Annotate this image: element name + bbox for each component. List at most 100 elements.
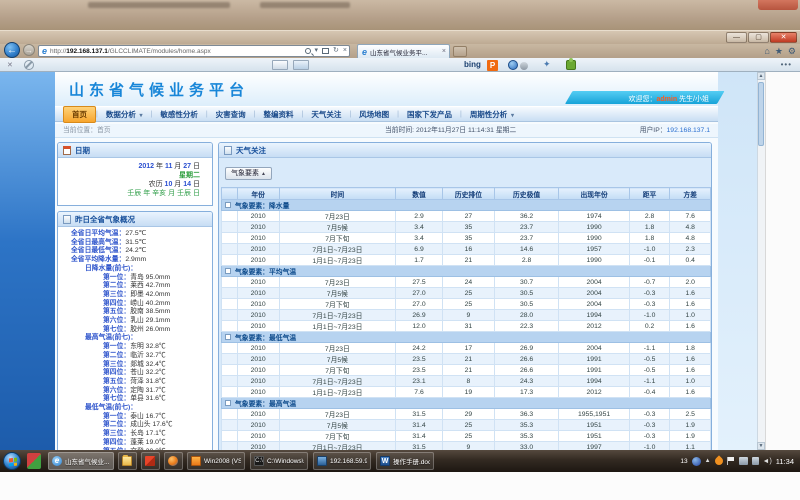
refresh-icon[interactable]: ↻ [333,46,339,56]
row-checkbox-cell [222,365,238,376]
table-cell: 14.6 [494,244,559,255]
search-icon[interactable] [305,48,311,54]
pinned-app-icon[interactable] [27,453,41,469]
nav-item-1[interactable]: 数据分析 ▾ [98,107,151,122]
taskbar-task-word[interactable]: W操作手册.docx ... [376,452,434,470]
scrollbar-thumb[interactable] [758,82,764,146]
nav-item-8[interactable]: 周期性分析 ▾ [462,107,522,122]
element-filter-button[interactable]: 气象要素▲ [225,167,272,180]
group-checkbox[interactable] [225,268,231,274]
action-center-flag-icon[interactable] [727,457,735,465]
speaker-icon[interactable]: ◄) [763,458,772,465]
task-label: Win2008 (VS2... [204,458,241,465]
addonbar-close-icon[interactable]: ✕ [7,61,13,69]
taskbar-media-button[interactable] [141,452,160,470]
start-button[interactable] [3,452,21,470]
maximize-button[interactable]: ▢ [748,32,769,43]
taskbar-task-cmd[interactable]: C:\C:\Windows\s... [250,452,308,470]
nav-item-4[interactable]: 整编资料 [256,107,302,122]
bing-logo[interactable]: bing [464,60,481,69]
table-row[interactable]: 20107月1日~7月23日23.1824.31994-1.11.0 [222,376,711,387]
new-tab-button[interactable] [453,46,467,57]
current-time: 当前时间: 2012年11月27日 11:14:31 星期二 [385,124,516,138]
group-header-row[interactable]: 气象要素：降水量 [222,200,711,211]
browser-tab[interactable]: e 山东省气候业务平... × [357,44,450,58]
table-row[interactable]: 20107月5候27.02530.52004-0.31.6 [222,288,711,299]
nav-item-7[interactable]: 国家下发产品 [399,107,460,122]
more-options-icon[interactable]: ••• [781,60,792,69]
table-cell: 24.3 [494,376,559,387]
settings-gear-icon[interactable]: ⚙ [788,45,796,57]
table-cell: 1994 [559,376,629,387]
taskbar-task-vm[interactable]: Win2008 (VS2... [187,452,245,470]
table-row[interactable]: 20107月下旬27.02530.52004-0.31.6 [222,299,711,310]
ime-badge[interactable]: 13 [680,458,687,465]
show-hidden-icons-caret[interactable]: ▲ [705,458,711,464]
table-row[interactable]: 20107月下旬23.52126.61991-0.51.6 [222,365,711,376]
sparkle-icon[interactable]: ✦ [543,59,551,70]
stat-value: 27.5℃ [125,230,146,237]
group-checkbox[interactable] [225,400,231,406]
addon-puzzle-icon[interactable] [566,60,576,70]
main-panel-body: 气象要素▲ 年份时间数值历史排位历史极值出现年份距平方差气象要素：降水量2010… [219,158,711,450]
table-row[interactable]: 20107月下旬3.43523.719901.84.8 [222,233,711,244]
task-label: C:\Windows\s... [267,458,304,465]
tray-globe-icon[interactable] [692,457,701,466]
display-icon[interactable] [752,457,759,465]
close-button[interactable]: ✕ [770,32,797,43]
table-row[interactable]: 20101月1日~7月23日1.7212.81990-0.10.4 [222,255,711,266]
table-row[interactable]: 20107月23日31.52936.31955,1951-0.32.5 [222,409,711,420]
group-header-row[interactable]: 气象要素：最高气温 [222,398,711,409]
table-row[interactable]: 20107月5候3.43523.719901.84.8 [222,222,711,233]
group-checkbox[interactable] [225,334,231,340]
forward-button[interactable]: → [23,44,35,56]
nav-item-2[interactable]: 敏感性分析 [152,107,206,122]
blocked-icon[interactable] [24,60,34,70]
minimize-button[interactable]: — [726,32,747,43]
table-row[interactable]: 20107月23日2.92736.219742.87.6 [222,211,711,222]
table-row[interactable]: 20107月23日27.52430.72004-0.72.0 [222,277,711,288]
group-header-row[interactable]: 气象要素：平均气温 [222,266,711,277]
nav-item-3[interactable]: 灾害查询 [208,107,254,122]
address-bar[interactable]: e http://192.168.137.1/GLCCLIMATE/module… [38,45,350,57]
p-badge-icon[interactable]: P [487,60,498,71]
scrollbar-up-arrow[interactable]: ▲ [757,72,765,80]
table-row[interactable]: 20101月1日~7月23日12.03122.320120.21.6 [222,321,711,332]
clock[interactable]: 11:34 [776,457,794,466]
group-header-row[interactable]: 气象要素：最低气温 [222,332,711,343]
group-checkbox[interactable] [225,202,231,208]
rank-label: 第四位： [103,369,130,376]
back-button[interactable]: ← [4,42,20,58]
tray-app-icon[interactable] [713,455,724,466]
table-cell: 0.2 [629,321,670,332]
table-row[interactable]: 20107月5候31.42535.31951-0.31.9 [222,420,711,431]
table-row[interactable]: 20107月下旬31.42535.31951-0.31.9 [222,431,711,442]
tab-close-icon[interactable]: × [442,48,446,55]
compatibility-view-icon[interactable] [322,48,329,54]
table-row[interactable]: 20107月23日24.21726.92004-1.11.8 [222,343,711,354]
scrollbar-down-arrow[interactable]: ▼ [757,442,765,450]
mail-card-icon[interactable] [272,60,288,70]
nav-item-6[interactable]: 风场地图 [351,107,397,122]
table-row[interactable]: 20107月1日~7月23日26.9928.01994-1.01.0 [222,310,711,321]
stat-row: 全省日平均气温：27.5℃ [58,230,212,239]
home-icon[interactable]: ⌂ [764,45,769,57]
taskbar-wmp-button[interactable] [164,452,183,470]
table-cell: 2.3 [670,244,711,255]
taskbar-ie-task[interactable]: e 山东省气候业... [48,452,114,470]
favorites-star-icon[interactable]: ★ [775,45,783,57]
taskbar-task-rdp[interactable]: 192.168.59.99... [313,452,371,470]
table-row[interactable]: 20101月1日~7月23日7.61917.32012-0.41.6 [222,387,711,398]
taskbar-explorer-button[interactable] [118,452,137,470]
nav-item-5[interactable]: 天气关注 [303,107,349,122]
network-icon[interactable] [739,457,748,465]
nav-item-0[interactable]: 首页 [63,106,96,123]
table-row[interactable]: 20107月1日~7月23日6.91614.61957-1.02.3 [222,244,711,255]
table-row[interactable]: 20107月1日~7月23日31.5933.01997-1.01.1 [222,442,711,451]
table-row[interactable]: 20107月5候23.52126.61991-0.51.6 [222,354,711,365]
globe-icon[interactable] [508,60,518,70]
envelope-icon[interactable] [293,60,309,70]
stop-icon[interactable]: × [343,46,347,56]
chevron-down-icon[interactable]: ▾ [315,46,319,56]
camera-icon[interactable] [520,62,528,70]
